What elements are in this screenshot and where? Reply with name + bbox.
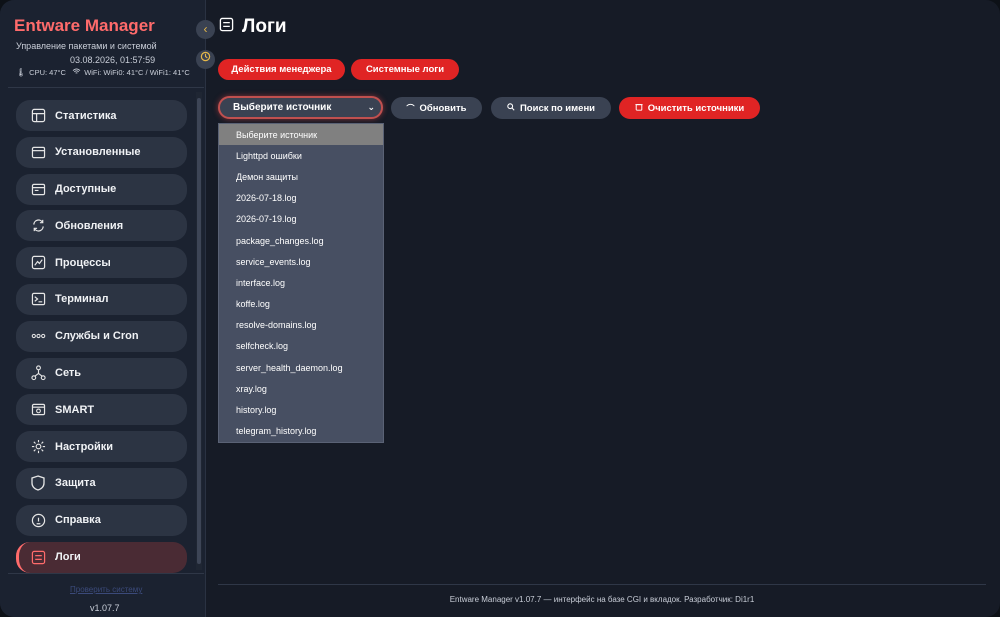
tab-system-logs[interactable]: Системные логи [351,59,459,80]
info-icon [30,512,46,528]
wifi-icon [72,68,81,77]
sidebar-item-label: Защита [55,477,96,490]
gear-icon [30,439,46,455]
sidebar-item-services-cron[interactable]: Службы и Cron [16,320,187,352]
trash-icon [635,103,643,113]
sidebar-item-processes[interactable]: Процессы [16,247,187,279]
thermometer-icon: 🌡 [16,68,27,77]
clear-sources-button[interactable]: Очистить источники [619,97,760,119]
sidebar-item-terminal[interactable]: Терминал [16,283,187,315]
brand-title: Entware Manager [14,16,155,35]
clear-button-label: Очистить источники [647,102,745,114]
dropdown-option[interactable]: Демон защиты [219,166,383,187]
sidebar-item-smart[interactable]: SMART [16,394,187,426]
temperature-readout: 🌡 CPU: 47°C WiFi: WiFi0: 41°C / WiFi1: 41… [16,68,190,77]
check-system-link[interactable]: Проверить систему [70,585,142,594]
search-button-label: Поиск по имени [519,102,596,114]
dashboard-icon [30,108,46,124]
dropdown-option[interactable]: service_events.log [219,251,383,272]
sidebar-item-label: Настройки [55,440,114,453]
sidebar-divider [8,87,204,88]
dropdown-option[interactable]: Выберите источник [219,124,383,146]
select-value: Выберите источник [233,102,332,113]
sidebar-item-network[interactable]: Сеть [16,357,187,389]
sidebar-item-statistics[interactable]: Статистика [16,100,187,131]
log-source-select[interactable]: Выберите источник ⌄ [218,96,383,119]
sidebar-item-installed[interactable]: Установленные [16,136,187,168]
sidebar-bottom-divider [8,573,204,574]
dropdown-option[interactable]: server_health_daemon.log [219,357,383,378]
disk-icon [30,402,46,418]
available-icon [30,181,46,197]
sidebar-item-updates[interactable]: Обновления [16,210,187,242]
sidebar-scrollbar-thumb[interactable] [197,98,201,564]
dropdown-option[interactable]: interface.log [219,272,383,293]
sidebar-item-label: Справка [55,514,101,527]
dropdown-option[interactable]: history.log [219,399,383,420]
sidebar-item-label: Процессы [55,256,111,269]
dropdown-option[interactable]: resolve-domains.log [219,315,383,336]
installed-icon [30,144,46,160]
app-window: Entware Manager Управление пакетами и си… [0,0,1000,617]
refresh-icon: ⌒ [406,103,415,113]
search-icon [507,103,515,113]
dropdown-option[interactable]: 2026-07-19.log [219,209,383,230]
chevron-left-icon: ‹ [203,22,208,36]
sidebar-item-label: Службы и Cron [55,330,139,343]
footer-divider [218,584,986,585]
sidebar-item-settings[interactable]: Настройки [16,431,187,463]
refresh-icon [30,218,46,234]
sidebar: Entware Manager Управление пакетами и си… [0,0,206,617]
cpu-temp: CPU: 47°C [29,68,66,77]
refresh-button[interactable]: ⌒ Обновить [391,97,482,119]
brand-subtitle: Управление пакетами и системой [16,41,157,51]
network-icon [30,365,46,381]
refresh-button-label: Обновить [419,102,467,114]
dropdown-option[interactable]: koffe.log [219,294,383,315]
sidebar-item-label: Установленные [55,146,141,159]
collapse-sidebar-button[interactable]: ‹ [196,20,215,39]
sidebar-item-label: Сеть [55,367,82,380]
dropdown-option[interactable]: selfcheck.log [219,336,383,357]
sidebar-item-protection[interactable]: Защита [16,467,187,499]
log-icon [219,16,234,38]
terminal-icon [30,291,46,307]
sidebar-item-label: Статистика [55,109,117,122]
dots-icon [30,328,46,344]
dropdown-option[interactable]: xray.log [219,378,383,399]
shield-icon [30,475,46,492]
theme-toggle-button[interactable] [196,50,215,69]
dropdown-option[interactable]: Lighttpd ошибки [219,145,383,166]
footer-text: Entware Manager v1.07.7 — интерфейс на б… [449,595,755,604]
dropdown-option[interactable]: package_changes.log [219,230,383,251]
sidebar-item-logs[interactable]: Логи [16,541,187,573]
sidebar-item-label: Доступные [55,183,117,196]
version-label: v1.07.7 [90,603,120,613]
tab-manager-actions[interactable]: Действия менеджера [218,59,345,80]
dropdown-option[interactable]: telegram_history.log [219,421,383,442]
chart-icon [30,255,46,271]
wifi-temp: WiFi: WiFi0: 41°C / WiFi1: 41°C [84,68,190,77]
theme-icon [200,51,211,65]
search-by-name-button[interactable]: Поиск по имени [491,97,611,119]
log-icon [30,549,46,565]
page-title-text: Логи [242,16,287,37]
page-title: Логи [219,16,287,38]
datetime: 03.08.2026, 01:57:59 [70,55,156,65]
log-source-dropdown: Выберите источник Lighttpd ошибки Демон … [218,123,384,443]
sidebar-item-label: Обновления [55,219,124,232]
sidebar-item-label: Логи [55,551,81,564]
chevron-down-icon: ⌄ [367,102,375,112]
sidebar-menu: Статистика Установленные Доступные Обнов… [16,100,187,578]
sidebar-item-label: SMART [55,403,95,416]
dropdown-option[interactable]: 2026-07-18.log [219,188,383,209]
sidebar-item-available[interactable]: Доступные [16,173,187,205]
sidebar-item-label: Терминал [55,293,109,306]
sidebar-item-help[interactable]: Справка [16,504,187,536]
